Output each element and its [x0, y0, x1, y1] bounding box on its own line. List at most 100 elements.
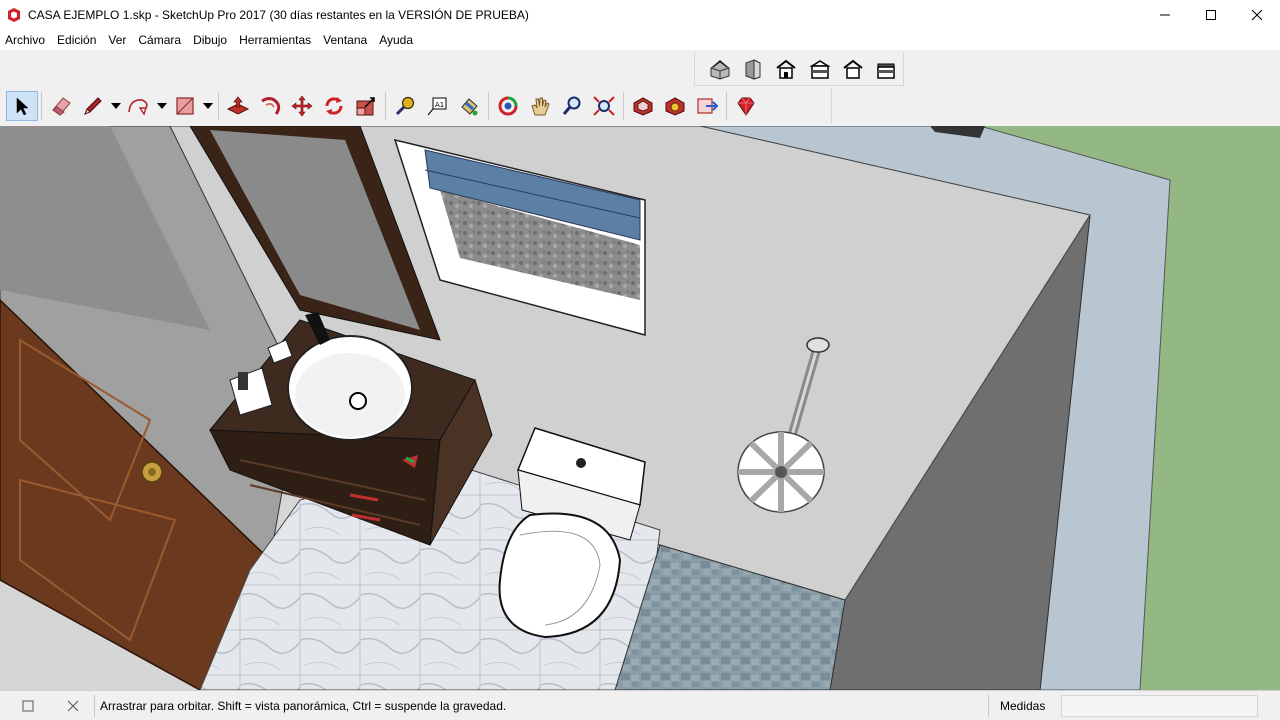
close-icon — [1251, 9, 1263, 21]
zoom-extents-icon — [593, 96, 615, 116]
zoom-extents-tool-button[interactable] — [588, 91, 620, 121]
menu-bar: Archivo Edición Ver Cámara Dibujo Herram… — [0, 30, 1280, 50]
menu-camara[interactable]: Cámara — [133, 33, 188, 47]
menu-edicion[interactable]: Edición — [52, 33, 103, 47]
ruby-console-button[interactable] — [730, 91, 762, 121]
rectangle-icon — [176, 97, 194, 115]
arc-tool-dropdown[interactable] — [155, 91, 169, 121]
window-title: CASA EJEMPLO 1.skp - SketchUp Pro 2017 (… — [28, 8, 529, 22]
bathroom-3d-scene — [0, 126, 1280, 690]
iso-view-icon — [710, 59, 730, 80]
status-separator — [988, 695, 989, 717]
zoom-icon — [562, 96, 581, 115]
arc-tool-button[interactable] — [123, 91, 155, 121]
3d-warehouse-icon — [633, 97, 653, 116]
close-button[interactable] — [1234, 0, 1280, 30]
zoom-tool-button[interactable] — [556, 91, 588, 121]
menu-dibujo[interactable]: Dibujo — [188, 33, 234, 47]
scale-tool-button[interactable] — [350, 91, 382, 121]
right-view-button[interactable] — [803, 54, 836, 84]
maximize-icon — [1206, 10, 1216, 20]
left-view-icon — [877, 63, 896, 79]
eraser-tool-button[interactable] — [45, 91, 77, 121]
arc-icon — [128, 99, 148, 116]
extension-warehouse-button[interactable] — [659, 91, 691, 121]
chevron-down-icon — [157, 103, 167, 109]
rotate-tool-button[interactable] — [318, 91, 350, 121]
main-toolbar: A1 — [6, 88, 832, 124]
measurements-label: Medidas — [1000, 699, 1046, 713]
rectangle-tool-dropdown[interactable] — [201, 91, 215, 121]
follow-me-tool-button[interactable] — [254, 91, 286, 121]
status-hint: Arrastrar para orbitar. Shift = vista pa… — [100, 699, 507, 713]
status-bar: Arrastrar para orbitar. Shift = vista pa… — [0, 690, 1280, 720]
toolbar-separator — [623, 92, 624, 120]
line-tool-dropdown[interactable] — [109, 91, 123, 121]
chevron-down-icon — [111, 103, 121, 109]
window-controls — [1142, 0, 1280, 30]
toolbar-separator — [218, 92, 219, 120]
tape-measure-icon — [395, 96, 415, 116]
ruby-icon — [737, 97, 755, 116]
chevron-down-icon — [203, 103, 213, 109]
model-viewport[interactable] — [0, 126, 1280, 690]
rotate-icon — [325, 97, 343, 115]
top-view-button[interactable] — [736, 54, 769, 84]
shower-pole-top — [806, 337, 830, 353]
send-to-layout-button[interactable] — [691, 91, 723, 121]
move-icon — [291, 95, 313, 117]
minimize-button[interactable] — [1142, 0, 1188, 30]
menu-ayuda[interactable]: Ayuda — [374, 33, 420, 47]
select-arrow-icon — [16, 97, 29, 116]
iso-view-button[interactable] — [703, 54, 736, 84]
menu-ver[interactable]: Ver — [103, 33, 133, 47]
toolbar-separator — [41, 92, 42, 120]
right-view-icon — [809, 59, 831, 79]
menu-archivo[interactable]: Archivo — [0, 33, 52, 47]
sketchup-app-icon — [8, 8, 20, 22]
sink-drain — [349, 392, 367, 410]
menu-herramientas[interactable]: Herramientas — [234, 33, 318, 47]
maximize-button[interactable] — [1188, 0, 1234, 30]
paint-bucket-tool-button[interactable] — [453, 91, 485, 121]
3d-warehouse-button[interactable] — [627, 91, 659, 121]
follow-me-icon — [261, 97, 281, 115]
select-tool-button[interactable] — [6, 91, 38, 121]
text-label-icon: A1 — [427, 97, 447, 116]
front-view-icon — [776, 59, 796, 79]
square-outline-icon — [22, 700, 34, 712]
tape-measure-tool-button[interactable] — [389, 91, 421, 121]
status-credits[interactable] — [66, 699, 80, 713]
toilet-flush-button — [576, 458, 586, 468]
move-tool-button[interactable] — [286, 91, 318, 121]
orbit-tool-button[interactable] — [492, 91, 524, 121]
scale-icon — [356, 97, 375, 116]
top-view-icon — [745, 58, 761, 80]
text-tool-button[interactable]: A1 — [421, 91, 453, 121]
push-pull-icon — [226, 96, 250, 115]
rectangle-tool-button[interactable] — [169, 91, 201, 121]
push-pull-tool-button[interactable] — [222, 91, 254, 121]
menu-ventana[interactable]: Ventana — [318, 33, 374, 47]
svg-text:A1: A1 — [435, 101, 444, 109]
close-icon — [67, 700, 79, 712]
minimize-icon — [1160, 14, 1170, 16]
back-view-button[interactable] — [836, 54, 869, 84]
back-view-icon — [843, 59, 863, 79]
toolbar-area: A1 — [0, 50, 1280, 126]
toolbar-separator — [385, 92, 386, 120]
toolbar-separator — [488, 92, 489, 120]
left-view-button[interactable] — [870, 54, 903, 84]
front-view-button[interactable] — [770, 54, 803, 84]
layout-send-icon — [697, 98, 719, 114]
line-tool-button[interactable] — [77, 91, 109, 121]
toolbar-separator — [726, 92, 727, 120]
title-bar: CASA EJEMPLO 1.skp - SketchUp Pro 2017 (… — [0, 0, 1280, 30]
orbit-icon — [498, 96, 518, 116]
paint-bucket-icon — [461, 98, 478, 116]
status-geolocation[interactable] — [21, 699, 35, 713]
pan-tool-button[interactable] — [524, 91, 556, 121]
views-toolbar — [694, 52, 904, 86]
measurements-input[interactable] — [1061, 695, 1258, 717]
eraser-icon — [52, 97, 71, 116]
